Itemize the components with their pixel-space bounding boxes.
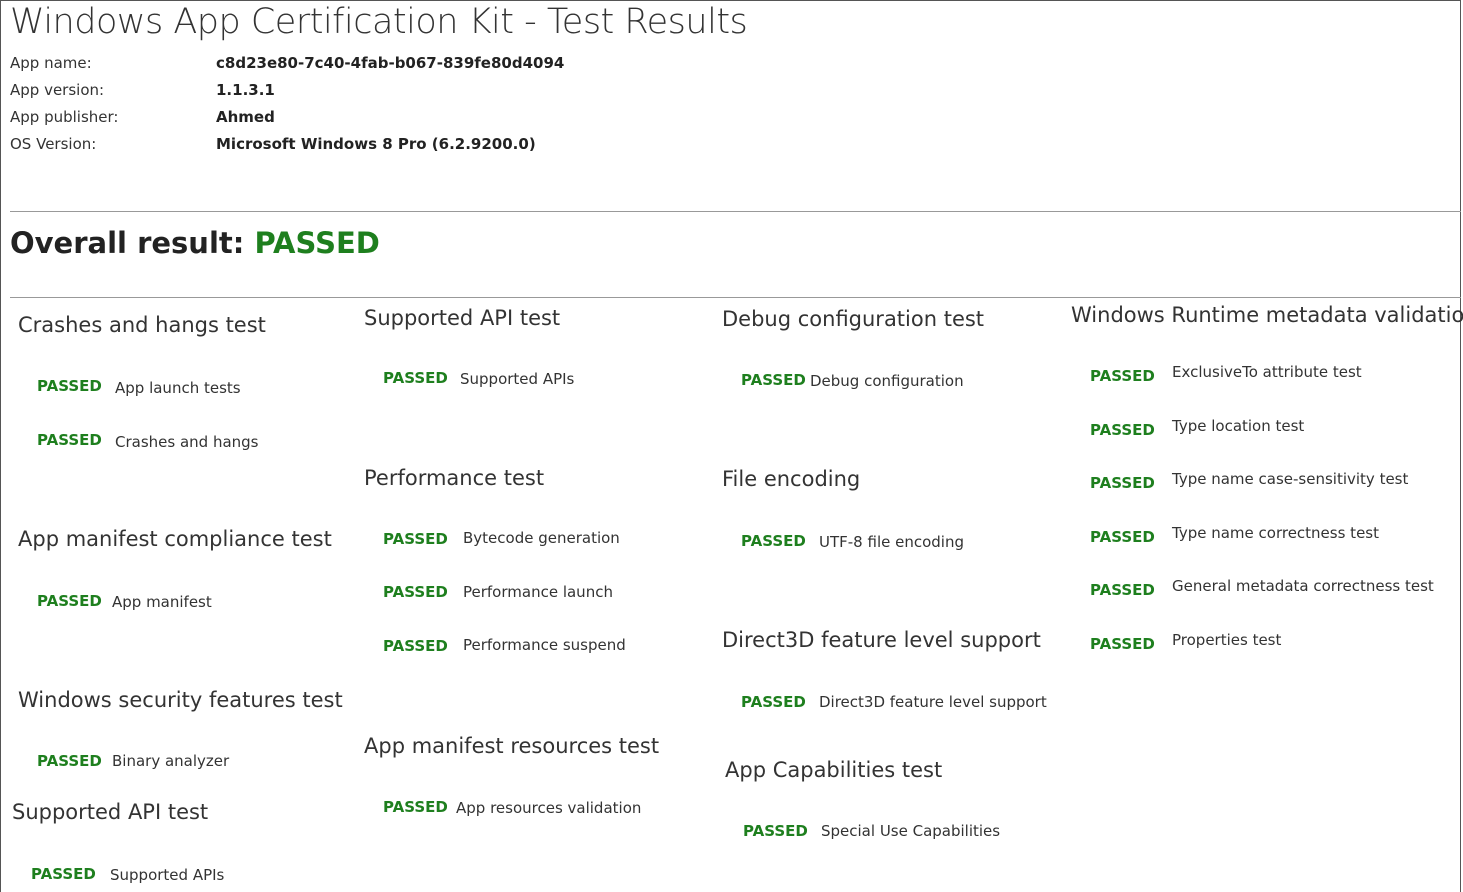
app-publisher-label: App publisher:	[10, 108, 119, 126]
status-badge: PASSED	[1090, 581, 1155, 599]
test-name: Direct3D feature level support	[819, 693, 1047, 711]
test-name: App resources validation	[456, 799, 642, 817]
status-badge: PASSED	[1090, 528, 1155, 546]
status-badge: PASSED	[1090, 635, 1155, 653]
section-title-app-capabilities: App Capabilities test	[725, 758, 943, 782]
status-badge: PASSED	[37, 431, 102, 449]
status-badge: PASSED	[741, 693, 806, 711]
status-badge: PASSED	[31, 865, 96, 883]
section-title-windows-security: Windows security features test	[18, 688, 343, 712]
status-badge: PASSED	[383, 637, 448, 655]
section-title-app-manifest-resources: App manifest resources test	[364, 734, 660, 758]
app-version-label: App version:	[10, 81, 105, 99]
test-name: Special Use Capabilities	[821, 822, 1001, 840]
status-badge: PASSED	[743, 822, 808, 840]
test-name: Properties test	[1172, 631, 1282, 649]
test-name: App manifest	[112, 593, 212, 611]
page-title: Windows App Certification Kit - Test Res…	[10, 2, 748, 42]
status-badge: PASSED	[37, 377, 102, 395]
status-badge: PASSED	[1090, 474, 1155, 492]
test-name: Type name case-sensitivity test	[1172, 470, 1409, 488]
test-name: Performance suspend	[463, 636, 626, 654]
test-name: Binary analyzer	[112, 752, 230, 770]
test-name: Debug configuration	[810, 372, 964, 390]
test-name: ExclusiveTo attribute test	[1172, 363, 1362, 381]
section-title-file-encoding: File encoding	[722, 467, 861, 491]
section-title-winrt-metadata: Windows Runtime metadata validation	[1071, 303, 1463, 327]
app-version-value: 1.1.3.1	[216, 81, 275, 99]
section-title-app-manifest-compliance: App manifest compliance test	[18, 527, 332, 551]
overall-result-value: PASSED	[254, 226, 380, 260]
test-name: Performance launch	[463, 583, 613, 601]
status-badge: PASSED	[383, 583, 448, 601]
section-title-crashes-hangs: Crashes and hangs test	[18, 313, 266, 337]
section-title-performance: Performance test	[364, 466, 545, 490]
test-name: Bytecode generation	[463, 529, 620, 547]
overall-result: Overall result: PASSED	[10, 226, 380, 260]
app-name-label: App name:	[10, 54, 92, 72]
test-name: UTF-8 file encoding	[819, 533, 964, 551]
status-badge: PASSED	[383, 530, 448, 548]
app-publisher-value: Ahmed	[216, 108, 275, 126]
status-badge: PASSED	[37, 752, 102, 770]
test-name: App launch tests	[115, 379, 241, 397]
test-name: Type location test	[1172, 417, 1305, 435]
status-badge: PASSED	[1090, 367, 1155, 385]
section-title-debug-configuration: Debug configuration test	[722, 307, 985, 331]
os-version-label: OS Version:	[10, 135, 97, 153]
section-title-supported-api: Supported API test	[364, 306, 561, 330]
os-version-value: Microsoft Windows 8 Pro (6.2.9200.0)	[216, 135, 536, 153]
section-title-direct3d: Direct3D feature level support	[722, 628, 1041, 652]
test-name: Supported APIs	[110, 866, 225, 884]
status-badge: PASSED	[741, 532, 806, 550]
app-name-value: c8d23e80-7c40-4fab-b067-839fe80d4094	[216, 54, 565, 72]
status-badge: PASSED	[383, 798, 448, 816]
status-badge: PASSED	[1090, 421, 1155, 439]
divider-top	[10, 211, 1461, 212]
status-badge: PASSED	[37, 592, 102, 610]
test-name: Crashes and hangs	[115, 433, 259, 451]
test-name: Supported APIs	[460, 370, 575, 388]
section-title-supported-api: Supported API test	[12, 800, 209, 824]
status-badge: PASSED	[383, 369, 448, 387]
test-name: General metadata correctness test	[1172, 577, 1434, 595]
overall-result-label: Overall result:	[10, 226, 245, 260]
divider-results	[10, 297, 1461, 298]
status-badge: PASSED	[741, 371, 806, 389]
test-name: Type name correctness test	[1172, 524, 1379, 542]
